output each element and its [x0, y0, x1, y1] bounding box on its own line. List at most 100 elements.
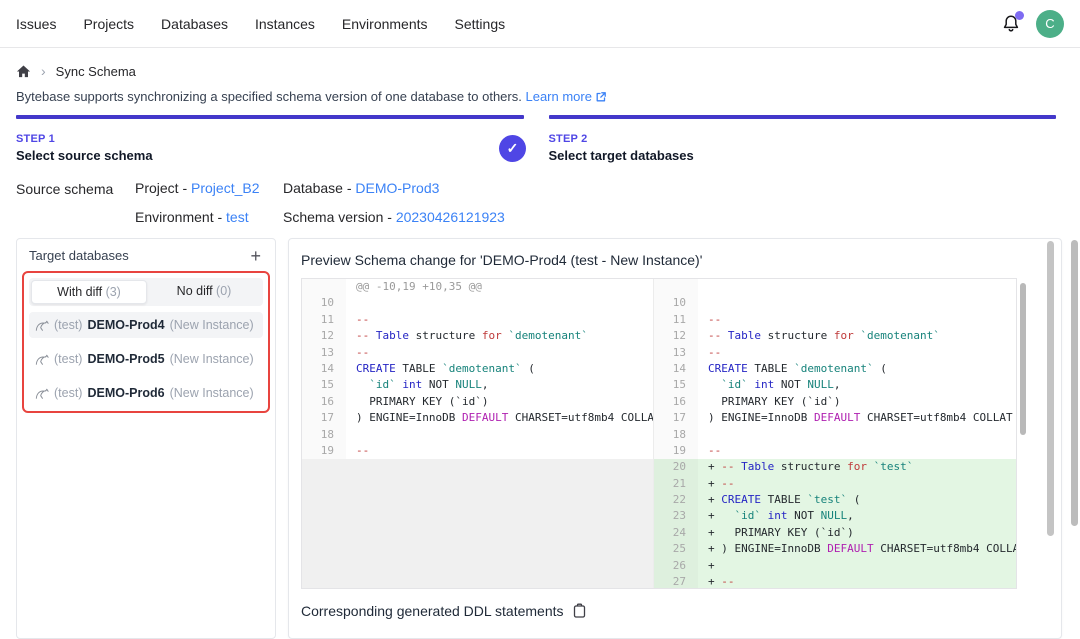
- line-number: 16: [654, 394, 698, 410]
- add-target-database-button[interactable]: +: [248, 249, 263, 263]
- diff-code-line: 18: [302, 427, 653, 443]
- db-name: DEMO-Prod4: [87, 318, 164, 332]
- source-field-environment: Environment - test: [135, 209, 283, 225]
- code-content: `id` int NOT NULL,: [698, 377, 1016, 393]
- code-content: [346, 427, 653, 443]
- preview-card-scrollbar[interactable]: [1047, 241, 1054, 536]
- code-content: + CREATE TABLE `test` (: [698, 492, 1016, 508]
- top-navbar: Issues Projects Databases Instances Environm…: [0, 0, 1080, 48]
- source-field-database: Database - DEMO-Prod3: [283, 180, 529, 196]
- nav-item-databases[interactable]: Databases: [161, 16, 228, 32]
- line-number: 17: [654, 410, 698, 426]
- diff-code-line: 14CREATE TABLE `demotenant` (: [302, 361, 653, 377]
- db-name: DEMO-Prod6: [87, 386, 164, 400]
- source-field-project-value[interactable]: Project_B2: [191, 180, 259, 196]
- line-number: 15: [302, 377, 346, 393]
- diff-code-line: 12-- Table structure for `demotenant`: [654, 328, 1016, 344]
- target-panel-header: Target databases +: [17, 239, 275, 267]
- diff-tabs: With diff (3)No diff (0): [29, 278, 263, 306]
- source-field-database-value[interactable]: DEMO-Prod3: [355, 180, 439, 196]
- target-database-list: (test)DEMO-Prod4(New Instance)(test)DEMO…: [29, 312, 263, 406]
- db-instance-suffix: (New Instance): [170, 352, 254, 366]
- step-1-bar: [16, 115, 524, 119]
- code-content: -- Table structure for `demotenant`: [698, 328, 1016, 344]
- intro-description: Bytebase supports synchronizing a specif…: [16, 89, 522, 104]
- target-db-item-demo-prod5[interactable]: (test)DEMO-Prod5(New Instance): [29, 346, 263, 372]
- ddl-statements-row: Corresponding generated DDL statements: [289, 589, 1061, 633]
- code-content: ) ENGINE=InnoDB DEFAULT CHARSET=utf8mb4 …: [698, 410, 1016, 426]
- line-number: 25: [654, 541, 698, 557]
- diff-code-line: 22+ CREATE TABLE `test` (: [654, 492, 1016, 508]
- line-number: 19: [302, 443, 346, 459]
- schema-diff-editor[interactable]: @@ -10,19 +10,35 @@1011--12-- Table stru…: [301, 278, 1017, 589]
- step-2-label: STEP 2: [549, 133, 1057, 145]
- line-number: 27: [654, 574, 698, 588]
- code-content: + -- Table structure for `test`: [698, 459, 1016, 475]
- page-scrollbar[interactable]: [1071, 240, 1078, 526]
- nav-item-issues[interactable]: Issues: [16, 16, 56, 32]
- db-instance-suffix: (New Instance): [170, 386, 254, 400]
- diff-code-line: 17) ENGINE=InnoDB DEFAULT CHARSET=utf8mb…: [302, 410, 653, 426]
- line-number: 11: [654, 312, 698, 328]
- diff-code-line: 23+ `id` int NOT NULL,: [654, 508, 1016, 524]
- diff-code-line: 24+ PRIMARY KEY (`id`): [654, 525, 1016, 541]
- db-environment: (test): [54, 318, 82, 332]
- line-number: 24: [654, 525, 698, 541]
- line-number: 14: [302, 361, 346, 377]
- tab-no-diff[interactable]: No diff (0): [147, 280, 261, 304]
- line-number: 19: [654, 443, 698, 459]
- main-nav: Issues Projects Databases Instances Environm…: [16, 16, 505, 32]
- avatar[interactable]: C: [1036, 10, 1064, 38]
- intro-text: Bytebase supports synchronizing a specif…: [16, 89, 607, 104]
- mysql-icon: [35, 353, 49, 366]
- nav-item-settings[interactable]: Settings: [455, 16, 506, 32]
- code-content: --: [346, 443, 653, 459]
- diff-hunk-header: @@ -10,19 +10,35 @@: [302, 279, 653, 295]
- source-field-schema-version-value[interactable]: 20230426121923: [396, 209, 505, 225]
- line-number: 20: [654, 459, 698, 475]
- notification-bell-button[interactable]: [1000, 13, 1022, 35]
- chevron-right-icon: ›: [41, 63, 46, 79]
- code-content: ) ENGINE=InnoDB DEFAULT CHARSET=utf8mb4 …: [346, 410, 653, 426]
- code-content: --: [698, 345, 1016, 361]
- target-db-item-demo-prod6[interactable]: (test)DEMO-Prod6(New Instance): [29, 380, 263, 406]
- diff-code-line: 27+ --: [654, 574, 1016, 588]
- mysql-icon: [35, 319, 49, 332]
- diff-code-line: 15 `id` int NOT NULL,: [302, 377, 653, 393]
- code-content: + PRIMARY KEY (`id`): [698, 525, 1016, 541]
- line-number: 23: [654, 508, 698, 524]
- home-icon[interactable]: [16, 64, 31, 79]
- target-db-item-demo-prod4[interactable]: (test)DEMO-Prod4(New Instance): [29, 312, 263, 338]
- target-panel-title: Target databases: [29, 248, 129, 263]
- tab-count: (0): [216, 284, 231, 298]
- line-number: 26: [654, 558, 698, 574]
- copy-ddl-button[interactable]: [572, 603, 587, 619]
- diff-code-line: 21+ --: [654, 476, 1016, 492]
- diff-pane-original: @@ -10,19 +10,35 @@1011--12-- Table stru…: [302, 279, 653, 588]
- line-number: 21: [654, 476, 698, 492]
- source-schema-fields: Project - Project_B2Database - DEMO-Prod…: [135, 180, 529, 225]
- code-content: `id` int NOT NULL,: [346, 377, 653, 393]
- tab-with-diff[interactable]: With diff (3): [31, 280, 147, 304]
- line-number: 22: [654, 492, 698, 508]
- diff-code-line: 16 PRIMARY KEY (`id`): [654, 394, 1016, 410]
- source-field-environment-value[interactable]: test: [226, 209, 249, 225]
- learn-more-link[interactable]: Learn more: [525, 89, 591, 104]
- notification-dot: [1015, 11, 1024, 20]
- line-number: 12: [302, 328, 346, 344]
- diff-empty-filler: [302, 459, 653, 588]
- diff-code-line: 18: [654, 427, 1016, 443]
- diff-code-line: 25+ ) ENGINE=InnoDB DEFAULT CHARSET=utf8…: [654, 541, 1016, 557]
- nav-item-environments[interactable]: Environments: [342, 16, 428, 32]
- diff-pane-scrollbar[interactable]: [1020, 283, 1026, 435]
- line-number: 18: [302, 427, 346, 443]
- diff-pane-modified: 1011--12-- Table structure for `demotena…: [653, 279, 1016, 588]
- diff-code-line: 26+: [654, 558, 1016, 574]
- diff-code-line: 11--: [654, 312, 1016, 328]
- code-content: --: [698, 443, 1016, 459]
- line-number: 18: [654, 427, 698, 443]
- diff-code-line: 13--: [654, 345, 1016, 361]
- code-content: --: [698, 312, 1016, 328]
- nav-item-instances[interactable]: Instances: [255, 16, 315, 32]
- nav-item-projects[interactable]: Projects: [83, 16, 134, 32]
